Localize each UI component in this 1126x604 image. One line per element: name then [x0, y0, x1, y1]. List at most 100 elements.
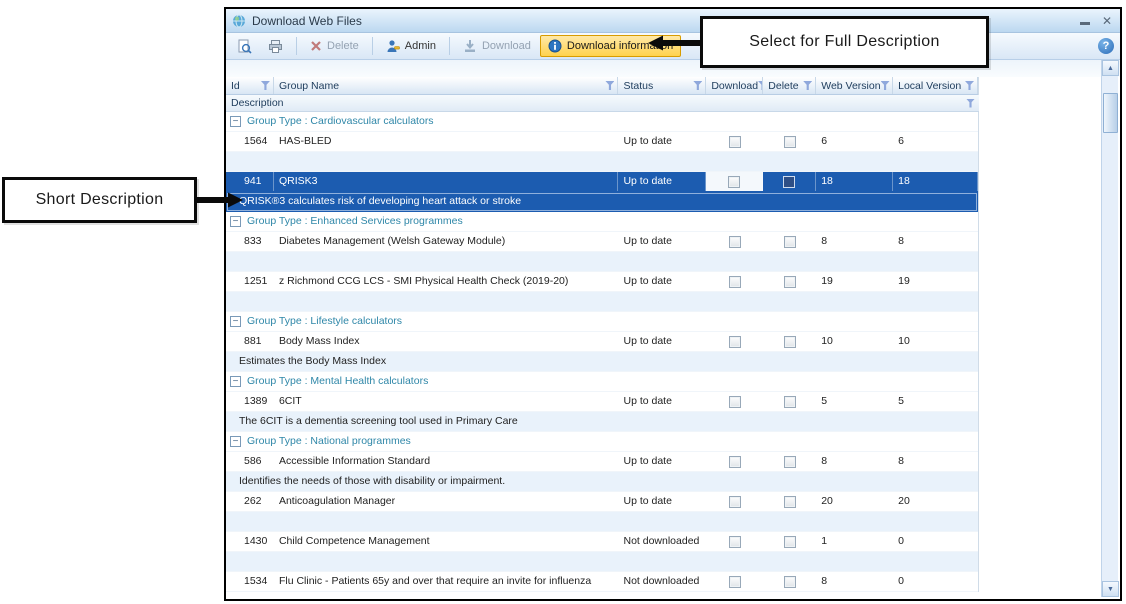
column-header-delete[interactable]: Delete — [763, 77, 816, 94]
column-header-web-version[interactable]: Web Version — [816, 77, 893, 94]
download-checkbox[interactable] — [729, 136, 741, 148]
cell-group-name: Accessible Information Standard — [274, 452, 619, 471]
delete-checkbox[interactable] — [784, 536, 796, 548]
cell-group-name: QRISK3 — [274, 172, 619, 191]
table-row[interactable]: 941QRISK3Up to date1818 — [226, 172, 978, 192]
scrollbar-thumb[interactable] — [1103, 93, 1118, 133]
cell-status: Not downloaded — [618, 572, 706, 591]
filter-funnel-icon[interactable] — [693, 81, 702, 90]
column-header-local-version[interactable]: Local Version — [893, 77, 978, 94]
app-window: Download Web Files ✕ Delete Admin Downlo… — [224, 7, 1122, 601]
download-button-label: Download — [482, 40, 531, 52]
cell-delete — [763, 272, 816, 291]
download-checkbox[interactable] — [729, 276, 741, 288]
delete-checkbox[interactable] — [784, 576, 796, 588]
description-header-label: Description — [231, 97, 284, 109]
group-header-row[interactable]: −Group Type : Mental Health calculators — [226, 372, 978, 392]
collapse-expander-icon[interactable]: − — [230, 376, 241, 387]
vertical-scrollbar[interactable]: ▲ ▼ — [1101, 60, 1118, 597]
cell-delete — [763, 492, 816, 511]
admin-button[interactable]: Admin — [379, 36, 443, 56]
delete-checkbox[interactable] — [784, 136, 796, 148]
table-row[interactable]: 1564HAS-BLEDUp to date66 — [226, 132, 978, 152]
description-header-row[interactable]: Description — [226, 95, 979, 112]
column-header-label: Id — [231, 80, 240, 92]
cell-local-version: 0 — [893, 572, 978, 591]
description-row[interactable]: QRISK®3 calculates risk of developing he… — [226, 192, 978, 212]
preview-button[interactable] — [230, 36, 259, 57]
group-header-row[interactable]: −Group Type : Cardiovascular calculators — [226, 112, 978, 132]
cell-local-version: 10 — [893, 332, 978, 351]
filter-funnel-icon[interactable] — [881, 81, 890, 90]
group-header-row[interactable]: −Group Type : Lifestyle calculators — [226, 312, 978, 332]
filter-funnel-icon[interactable] — [966, 99, 975, 108]
table-row[interactable]: 262Anticoagulation ManagerUp to date2020 — [226, 492, 978, 512]
scroll-up-icon[interactable]: ▲ — [1102, 60, 1119, 76]
download-button[interactable]: Download — [456, 36, 538, 56]
table-row[interactable]: 1430Child Competence ManagementNot downl… — [226, 532, 978, 552]
collapse-expander-icon[interactable]: − — [230, 116, 241, 127]
info-circle-icon — [548, 39, 562, 53]
filter-funnel-icon[interactable] — [965, 81, 974, 90]
collapse-expander-icon[interactable]: − — [230, 316, 241, 327]
description-row[interactable]: Identifies the needs of those with disab… — [226, 472, 978, 492]
delete-checkbox[interactable] — [784, 236, 796, 248]
table-row[interactable]: 1534Flu Clinic - Patients 65y and over t… — [226, 572, 978, 592]
cell-id: 833 — [226, 232, 274, 251]
filter-funnel-icon[interactable] — [261, 81, 270, 90]
download-checkbox[interactable] — [729, 576, 741, 588]
minimize-icon[interactable] — [1080, 22, 1090, 25]
delete-x-icon — [310, 40, 322, 52]
scroll-down-icon[interactable]: ▼ — [1102, 581, 1119, 597]
delete-checkbox[interactable] — [784, 456, 796, 468]
cell-status: Up to date — [618, 172, 706, 191]
print-button[interactable] — [261, 36, 290, 57]
cell-group-name: Diabetes Management (Welsh Gateway Modul… — [274, 232, 619, 251]
delete-checkbox[interactable] — [784, 396, 796, 408]
callout-select-full-description: Select for Full Description — [700, 16, 989, 68]
delete-checkbox[interactable] — [784, 276, 796, 288]
filter-funnel-icon[interactable] — [803, 81, 812, 90]
cell-group-name: Body Mass Index — [274, 332, 619, 351]
column-header-status[interactable]: Status — [618, 77, 706, 94]
collapse-expander-icon[interactable]: − — [230, 436, 241, 447]
table-row[interactable]: 833Diabetes Management (Welsh Gateway Mo… — [226, 232, 978, 252]
download-checkbox[interactable] — [729, 456, 741, 468]
download-checkbox[interactable] — [729, 396, 741, 408]
cell-id: 1430 — [226, 532, 274, 551]
blank-row — [226, 512, 978, 532]
table-row[interactable]: 881Body Mass IndexUp to date1010 — [226, 332, 978, 352]
collapse-expander-icon[interactable]: − — [230, 216, 241, 227]
delete-checkbox[interactable] — [784, 496, 796, 508]
cell-web-version: 10 — [816, 332, 893, 351]
callout-short-description: Short Description — [2, 177, 197, 223]
delete-checkbox[interactable] — [784, 336, 796, 348]
delete-checkbox[interactable] — [783, 176, 795, 188]
column-header-group-name[interactable]: Group Name — [274, 77, 619, 94]
table-row[interactable]: 13896CITUp to date55 — [226, 392, 978, 412]
close-icon[interactable]: ✕ — [1102, 15, 1112, 27]
group-header-row[interactable]: −Group Type : Enhanced Services programm… — [226, 212, 978, 232]
cell-group-name: Flu Clinic - Patients 65y and over that … — [274, 572, 619, 591]
cell-delete — [763, 572, 816, 591]
description-row[interactable]: Estimates the Body Mass Index — [226, 352, 978, 372]
description-row[interactable]: The 6CIT is a dementia screening tool us… — [226, 412, 978, 432]
download-checkbox[interactable] — [729, 236, 741, 248]
grid-area: Id Group NameStatusDownloadDeleteWeb Vers… — [226, 60, 1120, 599]
cell-download — [706, 272, 763, 291]
cell-web-version: 1 — [816, 532, 893, 551]
download-checkbox[interactable] — [729, 536, 741, 548]
group-header-row[interactable]: −Group Type : National programmes — [226, 432, 978, 452]
delete-button[interactable]: Delete — [303, 37, 366, 55]
download-checkbox[interactable] — [729, 336, 741, 348]
column-header-id[interactable]: Id — [226, 77, 274, 94]
column-header-download[interactable]: Download — [706, 77, 763, 94]
table-row[interactable]: 1251z Richmond CCG LCS - SMI Physical He… — [226, 272, 978, 292]
download-checkbox[interactable] — [728, 176, 740, 188]
table-row[interactable]: 586Accessible Information StandardUp to … — [226, 452, 978, 472]
download-checkbox[interactable] — [729, 496, 741, 508]
cell-local-version: 8 — [893, 232, 978, 251]
help-icon[interactable]: ? — [1098, 38, 1114, 54]
cell-group-name: z Richmond CCG LCS - SMI Physical Health… — [274, 272, 619, 291]
filter-funnel-icon[interactable] — [605, 81, 614, 90]
